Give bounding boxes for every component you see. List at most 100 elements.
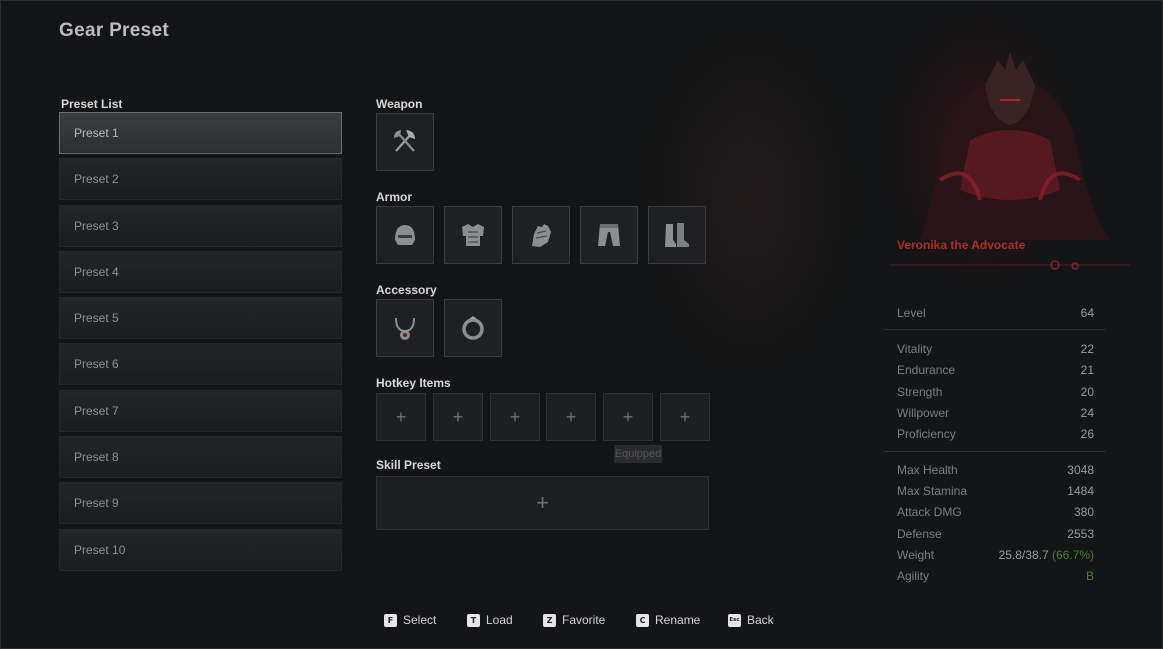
armor-slot-legs[interactable] bbox=[580, 206, 638, 264]
stat-vitality: Vitality 22 bbox=[897, 342, 1094, 362]
stat-value: 2553 bbox=[1067, 527, 1094, 541]
gauntlet-icon bbox=[532, 224, 551, 247]
page-title: Gear Preset bbox=[59, 20, 169, 41]
favorite-hint[interactable]: Z Favorite bbox=[543, 613, 605, 627]
stat-agility: Agility B bbox=[897, 569, 1094, 589]
armor-slot-feet[interactable] bbox=[648, 206, 706, 264]
stats-divider bbox=[884, 451, 1106, 452]
stat-strength: Strength 20 bbox=[897, 385, 1094, 405]
preset-item-5[interactable]: Preset 5 bbox=[59, 297, 342, 340]
stat-value: 22 bbox=[1080, 342, 1094, 356]
equipped-tooltip: Equipped bbox=[614, 445, 662, 463]
weapon-slot[interactable] bbox=[376, 113, 434, 171]
preset-item-6[interactable]: Preset 6 bbox=[59, 343, 342, 386]
preset-item-2[interactable]: Preset 2 bbox=[59, 158, 342, 201]
stat-value: 380 bbox=[1073, 505, 1094, 519]
preset-item-10[interactable]: Preset 10 bbox=[59, 528, 342, 571]
hint-label: Favorite bbox=[562, 613, 606, 627]
hotkey-slot-6[interactable]: + bbox=[660, 393, 710, 441]
stat-value: 3048 bbox=[1067, 463, 1094, 477]
helmet-icon bbox=[395, 225, 415, 245]
stat-label: Weight bbox=[897, 548, 935, 562]
stat-value: 1484 bbox=[1067, 484, 1094, 498]
preset-item-7[interactable]: Preset 7 bbox=[59, 389, 342, 432]
boots-icon bbox=[665, 223, 689, 247]
stat-max-health: Max Health 3048 bbox=[897, 463, 1094, 483]
hint-label: Load bbox=[486, 613, 513, 627]
weight-current: 25.8 bbox=[998, 548, 1022, 562]
accessory-slot-ring[interactable] bbox=[444, 299, 502, 357]
stat-label: Vitality bbox=[897, 342, 933, 356]
footer-key-hints: F Select T Load Z Favorite C Rename Esc … bbox=[0, 611, 1163, 631]
stat-label: Defense bbox=[897, 527, 942, 541]
axe-weapon-icon bbox=[394, 130, 415, 152]
key-cap: Z bbox=[543, 613, 556, 627]
stats-divider bbox=[884, 329, 1106, 330]
stat-label: Max Stamina bbox=[897, 484, 968, 498]
hotkey-slot-4[interactable]: + bbox=[546, 393, 596, 441]
accessory-label: Accessory bbox=[376, 283, 437, 297]
skill-preset-label: Skill Preset bbox=[376, 458, 441, 472]
stat-weight: Weight 25.8/38.7 (66.7%) bbox=[897, 548, 1094, 568]
accessory-slot-neck[interactable] bbox=[376, 299, 434, 357]
weight-max: 38.7 bbox=[1025, 548, 1049, 562]
necklace-icon bbox=[395, 317, 415, 340]
rename-hint[interactable]: C Rename bbox=[636, 613, 700, 627]
hint-label: Select bbox=[403, 613, 437, 627]
stat-label: Attack DMG bbox=[897, 505, 962, 519]
key-cap: F bbox=[384, 613, 397, 627]
preset-item-3[interactable]: Preset 3 bbox=[59, 204, 342, 247]
weapon-label: Weapon bbox=[376, 97, 423, 111]
weight-percent: (66.7%) bbox=[1051, 548, 1094, 562]
stat-proficiency: Proficiency 26 bbox=[897, 427, 1094, 447]
stat-label: Level bbox=[897, 306, 926, 320]
leg-armor-icon bbox=[598, 224, 620, 246]
stat-defense: Defense 2553 bbox=[897, 527, 1094, 547]
skill-preset-slot[interactable]: + bbox=[376, 476, 709, 530]
stat-value: 24 bbox=[1080, 406, 1094, 420]
stat-value: 64 bbox=[1080, 306, 1094, 320]
stat-label: Strength bbox=[897, 385, 943, 399]
preset-item-8[interactable]: Preset 8 bbox=[59, 436, 342, 479]
stat-endurance: Endurance 21 bbox=[897, 363, 1094, 383]
hotkey-slot-1[interactable]: + bbox=[376, 393, 426, 441]
character-name: Veronika the Advocate bbox=[897, 238, 1026, 252]
stat-label: Max Health bbox=[897, 463, 958, 477]
preset-list-label: Preset List bbox=[61, 97, 123, 111]
hotkey-slot-5[interactable]: + bbox=[603, 393, 653, 441]
ring-icon bbox=[462, 316, 484, 340]
stat-level: Level 64 bbox=[897, 306, 1094, 326]
select-hint[interactable]: F Select bbox=[384, 613, 436, 627]
chest-armor-icon bbox=[462, 224, 484, 246]
key-cap: T bbox=[467, 613, 480, 627]
back-hint[interactable]: Esc Back bbox=[728, 613, 774, 627]
hotkey-label: Hotkey Items bbox=[376, 376, 451, 390]
stat-value: 21 bbox=[1080, 363, 1094, 377]
stat-value: B bbox=[1085, 569, 1094, 583]
hotkey-slot-3[interactable]: + bbox=[490, 393, 540, 441]
stat-value: 26 bbox=[1080, 427, 1094, 441]
load-hint[interactable]: T Load bbox=[467, 613, 513, 627]
armor-label: Armor bbox=[376, 190, 413, 204]
preset-item-4[interactable]: Preset 4 bbox=[59, 250, 342, 293]
stat-max-stamina: Max Stamina 1484 bbox=[897, 484, 1094, 504]
preset-item-1[interactable]: Preset 1 bbox=[59, 112, 342, 154]
character-portrait bbox=[920, 52, 1110, 240]
hotkey-slot-2[interactable]: + bbox=[433, 393, 483, 441]
armor-slot-chest[interactable] bbox=[444, 206, 502, 264]
armor-slot-head[interactable] bbox=[376, 206, 434, 264]
stat-attack-dmg: Attack DMG 380 bbox=[897, 505, 1094, 525]
stat-label: Proficiency bbox=[897, 427, 956, 441]
preset-list: Preset 1 Preset 2 Preset 3 Preset 4 Pres… bbox=[59, 112, 342, 575]
stat-label: Willpower bbox=[897, 406, 950, 420]
hint-label: Rename bbox=[655, 613, 701, 627]
stat-willpower: Willpower 24 bbox=[897, 406, 1094, 426]
preset-item-9[interactable]: Preset 9 bbox=[59, 482, 342, 525]
stat-label: Agility bbox=[897, 569, 930, 583]
armor-slot-hands[interactable] bbox=[512, 206, 570, 264]
key-cap: C bbox=[636, 613, 649, 627]
name-ornament bbox=[890, 260, 1130, 270]
stat-value: 25.8/38.7 (66.7%) bbox=[999, 548, 1094, 562]
key-cap: Esc bbox=[728, 613, 741, 627]
stat-label: Endurance bbox=[897, 363, 956, 377]
